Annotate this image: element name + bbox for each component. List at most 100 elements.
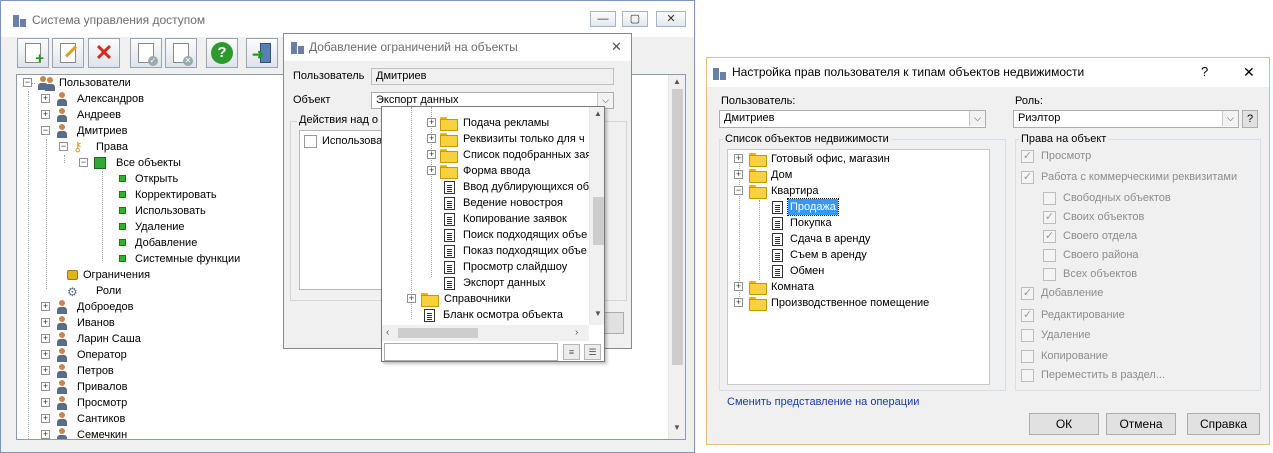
own-dept-checkbox[interactable]: ✓	[1043, 230, 1056, 243]
dropdown-folder[interactable]: + Форма ввода	[427, 163, 597, 179]
object-item[interactable]: Обмен	[772, 263, 952, 279]
dropdown-folder[interactable]: + Реквизиты только для ч	[427, 131, 597, 147]
expand-icon[interactable]: +	[41, 318, 50, 327]
scroll-thumb[interactable]	[593, 197, 604, 245]
tree-user[interactable]: + Иванов	[41, 315, 241, 331]
object-folder[interactable]: + Комната	[734, 279, 954, 295]
approve-doc-button[interactable]: ✓	[130, 38, 162, 68]
collapse-icon[interactable]: −	[41, 126, 50, 135]
tree-user[interactable]: + Андреев	[41, 107, 241, 123]
tree-rights[interactable]: − ⚷ Права	[59, 139, 259, 155]
actions-list[interactable]: Использова	[299, 130, 389, 290]
collapse-icon[interactable]: −	[23, 78, 32, 87]
all-objects-checkbox[interactable]	[1043, 268, 1056, 281]
switch-view-link[interactable]: Сменить представление на операции	[727, 396, 919, 408]
expand-icon[interactable]: +	[41, 350, 50, 359]
help-button[interactable]: ?	[206, 38, 238, 68]
tree-roles[interactable]: ⚙ Роли	[65, 283, 265, 299]
dropdown-filter-input[interactable]	[384, 343, 558, 361]
use-checkbox[interactable]	[304, 135, 317, 148]
scroll-thumb[interactable]	[398, 328, 478, 338]
expand-icon[interactable]: +	[734, 170, 743, 179]
scroll-thumb[interactable]	[672, 89, 683, 365]
expand-icon[interactable]: +	[427, 166, 436, 175]
view-checkbox[interactable]: ✓	[1021, 150, 1034, 163]
move-checkbox[interactable]	[1021, 369, 1034, 382]
tree-user-expanded[interactable]: − Дмитриев	[41, 123, 241, 139]
dropdown-vscroll[interactable]: ▲ ▼	[589, 107, 604, 325]
object-folder[interactable]: + Дом	[734, 167, 954, 183]
collapse-icon[interactable]: −	[59, 142, 68, 151]
dropdown-folder[interactable]: + Список подобранных зая	[427, 147, 597, 163]
tree-user[interactable]: + Привалов	[41, 379, 241, 395]
add-user-button[interactable]: +	[17, 38, 49, 68]
object-item-selected[interactable]: Продажа	[772, 198, 952, 216]
role-help-button[interactable]: ?	[1242, 110, 1258, 128]
dropdown-doc[interactable]: Показ подходящих объе	[444, 243, 594, 259]
chevron-down-icon[interactable]: ⌵	[969, 111, 985, 126]
tree-user[interactable]: + Просмотр	[41, 395, 241, 411]
role-combobox[interactable]: Риэлтор ⌵	[1013, 110, 1239, 128]
expand-icon[interactable]: +	[427, 118, 436, 127]
expand-icon[interactable]: +	[41, 334, 50, 343]
copy-checkbox[interactable]	[1021, 350, 1034, 363]
expand-icon[interactable]: +	[427, 150, 436, 159]
edit-button[interactable]	[52, 38, 84, 68]
object-item[interactable]: Сдача в аренду	[772, 231, 952, 247]
object-folder[interactable]: + Готовый офис, магазин	[734, 151, 954, 167]
dropdown-doc[interactable]: Бланк осмотра объекта	[424, 307, 594, 323]
expand-icon[interactable]: +	[41, 94, 50, 103]
collapse-icon[interactable]: −	[734, 186, 743, 195]
user-combobox[interactable]: Дмитриев ⌵	[719, 110, 986, 128]
tree-root[interactable]: − Пользователи	[23, 75, 223, 91]
chevron-down-icon[interactable]: ⌵	[1222, 111, 1238, 126]
expand-icon[interactable]: +	[41, 382, 50, 391]
exit-button[interactable]: ➜	[246, 38, 278, 68]
dropdown-doc-selected[interactable]: Экспорт данных	[444, 275, 594, 291]
tree-user[interactable]: + Доброедов	[41, 299, 241, 315]
object-folder-expanded[interactable]: − Квартира	[734, 183, 954, 199]
dialog-close-button[interactable]: ✕	[611, 39, 622, 55]
expand-icon[interactable]: +	[407, 294, 416, 303]
expand-icon[interactable]: +	[41, 398, 50, 407]
object-item[interactable]: Съем в аренду	[772, 247, 952, 263]
delete-checkbox[interactable]	[1021, 329, 1034, 342]
reject-doc-button[interactable]: ✕	[165, 38, 197, 68]
maximize-button[interactable]: ▢	[622, 11, 648, 27]
commercial-checkbox[interactable]: ✓	[1021, 171, 1034, 184]
dropdown-doc[interactable]: Поиск подходящих объе	[444, 227, 594, 243]
object-dropdown[interactable]: + Подача рекламы + Реквизиты только для …	[381, 106, 605, 362]
dialog-help-button[interactable]: ?	[1201, 64, 1208, 79]
object-item[interactable]: Покупка	[772, 215, 952, 231]
dropdown-hscroll[interactable]: ‹ ›	[382, 325, 589, 341]
collapse-icon[interactable]: −	[79, 158, 88, 167]
add-checkbox[interactable]: ✓	[1021, 287, 1034, 300]
delete-button[interactable]: ✕	[88, 38, 120, 68]
expand-icon[interactable]: +	[41, 110, 50, 119]
expand-icon[interactable]: +	[734, 298, 743, 307]
tree-user[interactable]: + Семечкин	[41, 427, 241, 439]
tree-user[interactable]: + Оператор	[41, 347, 241, 363]
own-objects-checkbox[interactable]: ✓	[1043, 211, 1056, 224]
expand-icon[interactable]: +	[734, 154, 743, 163]
expand-icon[interactable]: +	[41, 430, 50, 439]
tree-user[interactable]: + Александров	[41, 91, 241, 107]
minimize-button[interactable]: —	[590, 11, 616, 27]
expand-icon[interactable]: +	[427, 134, 436, 143]
dialog-close-button[interactable]: ✕	[1243, 64, 1255, 81]
dropdown-folder[interactable]: + Справочники	[407, 291, 587, 307]
dropdown-folder[interactable]: + Подача рекламы	[427, 115, 597, 131]
tree-scrollbar[interactable]: ▲ ▼	[668, 75, 685, 439]
expand-icon[interactable]: +	[734, 282, 743, 291]
close-button[interactable]: ✕	[656, 11, 686, 27]
tree-user[interactable]: + Ларин Саша	[41, 331, 241, 347]
object-folder[interactable]: + Производственное помещение	[734, 295, 974, 311]
dropdown-doc[interactable]: Копирование заявок	[444, 211, 594, 227]
free-objects-checkbox[interactable]	[1043, 192, 1056, 205]
tree-all-objects[interactable]: − Все объекты	[79, 155, 279, 171]
tree-user[interactable]: + Сантиков	[41, 411, 241, 427]
ok-button[interactable]: ОК	[1029, 413, 1099, 435]
sort-list-icon[interactable]: ☰	[584, 344, 601, 360]
edit-checkbox[interactable]: ✓	[1021, 309, 1034, 322]
dropdown-doc[interactable]: Просмотр слайдшоу	[444, 259, 594, 275]
